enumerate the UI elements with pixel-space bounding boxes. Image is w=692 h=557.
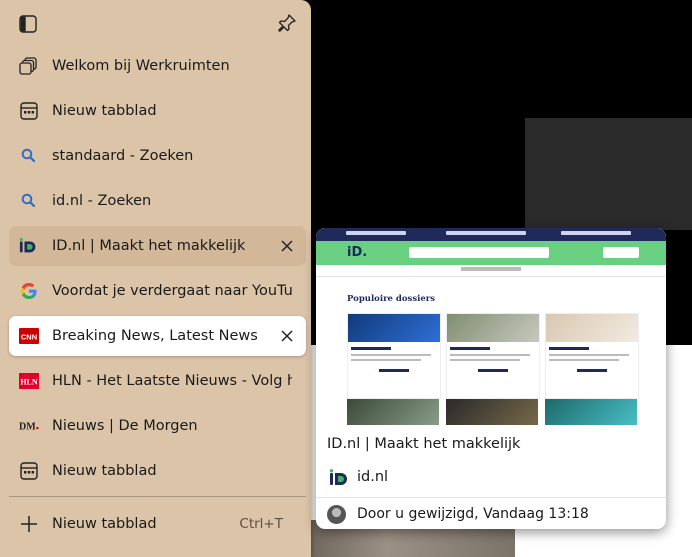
idnl-favicon xyxy=(19,236,39,256)
svg-text:CNN: CNN xyxy=(21,333,37,342)
google-favicon xyxy=(19,281,39,301)
tab-label: Nieuw tabblad xyxy=(52,103,157,119)
thumbnail-nav xyxy=(316,265,666,277)
hln-favicon: HLN xyxy=(19,371,39,391)
tab-label: ID.nl | Maakt het makkelijk xyxy=(52,238,246,254)
pin-icon[interactable] xyxy=(277,13,297,33)
thumbnail-card xyxy=(446,313,540,399)
demorgen-favicon: DM xyxy=(19,416,39,436)
page-thumbnail: iD. Populoire dossiers xyxy=(316,228,666,425)
tab-new-tab-2[interactable]: Nieuw tabblad xyxy=(9,451,306,491)
tab-search-idnl[interactable]: id.nl - Zoeken xyxy=(9,181,306,221)
tab-new-tab[interactable]: Nieuw tabblad xyxy=(9,91,306,131)
tab-label: Nieuws | De Morgen xyxy=(52,418,198,434)
tab-label: id.nl - Zoeken xyxy=(52,193,152,209)
thumbnail-image xyxy=(545,399,637,425)
tab-search-standaard[interactable]: standaard - Zoeken xyxy=(9,136,306,176)
tab-hover-card: iD. Populoire dossiers ID.nl | Maakt het… xyxy=(316,228,666,529)
tab-label: standaard - Zoeken xyxy=(52,148,194,164)
tab-cnn[interactable]: CNN Breaking News, Latest News and Video… xyxy=(9,316,306,356)
thumbnail-image xyxy=(347,399,439,425)
new-tab-label: Nieuw tabblad xyxy=(52,516,157,532)
hover-card-divider xyxy=(316,497,666,498)
new-tab-shortcut: Ctrl+T xyxy=(239,516,283,532)
tab-label: Nieuw tabblad xyxy=(52,463,157,479)
tab-demorgen[interactable]: DM Nieuws | De Morgen xyxy=(9,406,306,446)
workspaces-icon xyxy=(19,56,39,76)
thumbnail-card xyxy=(545,313,639,399)
hover-card-domain: id.nl xyxy=(357,469,389,485)
thumbnail-section-title: Populoire dossiers xyxy=(347,294,436,304)
thumbnail-search xyxy=(409,247,549,258)
svg-text:HLN: HLN xyxy=(20,378,38,387)
thumbnail-card xyxy=(347,313,441,399)
tab-label: Breaking News, Latest News and Videos | … xyxy=(52,328,257,344)
tab-idnl[interactable]: ID.nl | Maakt het makkelijk xyxy=(9,226,306,266)
tab-youtube-consent[interactable]: Voordat je verdergaat naar YouTube xyxy=(9,271,306,311)
sidebar-toggle-icon[interactable] xyxy=(19,15,37,33)
search-icon xyxy=(19,146,39,166)
new-tab-page-icon xyxy=(19,101,39,121)
page-background-block xyxy=(525,118,692,230)
svg-text:DM: DM xyxy=(19,422,36,433)
vertical-tabs-sidebar: Welkom bij Werkruimten Nieuw tabblad sta… xyxy=(0,0,311,557)
thumbnail-logo: iD. xyxy=(347,245,368,260)
tab-label: HLN - Het Laatste Nieuws - Volg het nieu… xyxy=(52,373,292,389)
hover-card-meta: Door u gewijzigd, Vandaag 13:18 xyxy=(357,506,589,522)
hover-card-title: ID.nl | Maakt het makkelijk xyxy=(327,436,521,452)
close-icon[interactable] xyxy=(278,327,296,345)
tab-label: Voordat je verdergaat naar YouTube xyxy=(52,283,292,299)
tab-hln[interactable]: HLN HLN - Het Laatste Nieuws - Volg het … xyxy=(9,361,306,401)
sidebar-header xyxy=(0,0,311,46)
thumbnail-button xyxy=(603,247,639,258)
tab-workspaces[interactable]: Welkom bij Werkruimten xyxy=(9,46,306,86)
close-icon[interactable] xyxy=(278,237,296,255)
plus-icon xyxy=(21,516,37,532)
thumbnail-topbar xyxy=(316,228,666,241)
avatar xyxy=(327,505,346,524)
tab-label: Welkom bij Werkruimten xyxy=(52,58,230,74)
cnn-favicon: CNN xyxy=(19,326,39,346)
search-icon xyxy=(19,191,39,211)
sidebar-divider xyxy=(9,496,306,497)
thumbnail-image xyxy=(446,399,538,425)
idnl-favicon xyxy=(329,469,347,485)
new-tab-page-icon xyxy=(19,461,39,481)
new-tab-button[interactable]: Nieuw tabblad Ctrl+T xyxy=(9,504,306,544)
